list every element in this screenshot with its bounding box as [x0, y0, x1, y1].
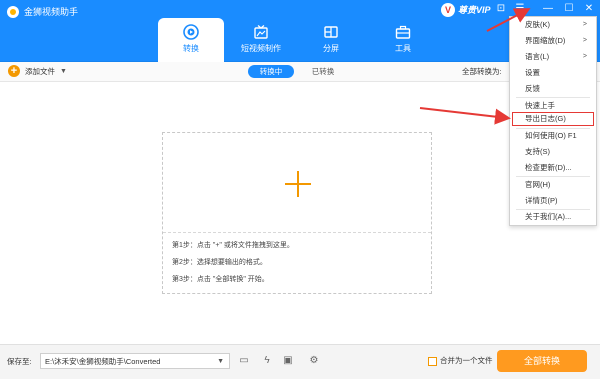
- menu-item-quick-start[interactable]: 快速上手: [525, 101, 555, 111]
- convert-all-button[interactable]: 全部转换: [497, 350, 587, 372]
- merge-label: 合并为一个文件: [440, 356, 493, 365]
- tab-label: 短视频制作: [241, 44, 281, 53]
- footer-bar: 保存至: E:\沐禾安\金狮视频助手\Converted ▼ ▭ ϟ ▣ ⚙ 合…: [0, 344, 600, 379]
- menu-item-how-to-use[interactable]: 如何使用(O) F1: [525, 131, 577, 141]
- short-video-icon: [254, 25, 268, 39]
- merge-checkbox[interactable]: [428, 357, 437, 366]
- menu-item-language[interactable]: 语言(L): [525, 52, 549, 62]
- menu-item-settings[interactable]: 设置: [525, 68, 540, 78]
- vip-badge-icon: V: [441, 3, 455, 17]
- menu-separator: [516, 128, 590, 129]
- feedback-icon[interactable]: ⊡: [493, 1, 509, 17]
- step-text: 第2步：选择想要输出的格式。: [172, 259, 267, 266]
- file-drop-zone[interactable]: 第1步：点击 "+" 或将文件拖拽到这里。 第2步：选择想要输出的格式。 第3步…: [162, 132, 432, 294]
- step-text: 第3步：点击 "全部转换" 开始。: [172, 276, 269, 283]
- tab-label: 转换: [183, 44, 199, 53]
- drop-zone-divider: [163, 232, 431, 233]
- submenu-arrow-icon: >: [582, 37, 587, 44]
- tab-tools[interactable]: 工具: [370, 18, 436, 62]
- open-folder-icon[interactable]: ▭: [236, 353, 252, 369]
- settings-icon[interactable]: ⚙: [306, 353, 322, 369]
- menu-separator: [516, 209, 590, 210]
- split-screen-icon: [324, 26, 338, 38]
- tab-label: 工具: [395, 44, 411, 53]
- menu-separator: [516, 97, 590, 98]
- menu-item-about[interactable]: 关于我们(A)...: [525, 212, 571, 222]
- tab-label: 分屏: [323, 44, 339, 53]
- maximize-icon[interactable]: ☐: [561, 1, 577, 17]
- main-menu-dropdown: 皮肤(K) > 界面缩放(D) > 语言(L) > 设置 反馈 快速上手 导出日…: [509, 16, 597, 226]
- output-path-value: E:\沐禾安\金狮视频助手\Converted: [45, 357, 161, 366]
- close-icon[interactable]: ✕: [581, 1, 597, 17]
- vip-label: 尊贵VIP: [458, 5, 491, 15]
- menu-separator: [516, 176, 590, 177]
- hardware-accel-off-icon[interactable]: ϟ: [259, 353, 275, 369]
- tab-split-screen[interactable]: 分屏: [298, 18, 364, 62]
- submenu-arrow-icon: >: [582, 53, 587, 60]
- app-logo-icon: [7, 6, 19, 18]
- play-circle-icon: [183, 24, 199, 40]
- convert-all-to-label: 全部转换为:: [462, 67, 502, 76]
- menu-item-check-update[interactable]: 检查更新(D)...: [525, 163, 572, 173]
- menu-item-export-log[interactable]: 导出日志(G): [525, 114, 566, 124]
- add-file-icon[interactable]: +: [8, 65, 20, 77]
- menu-item-website[interactable]: 官网(H): [525, 180, 550, 190]
- add-plus-icon-stroke[interactable]: [297, 171, 299, 197]
- output-path-select[interactable]: E:\沐禾安\金狮视频助手\Converted ▼: [40, 353, 230, 369]
- menu-icon[interactable]: ☰: [512, 1, 528, 17]
- tab-converting[interactable]: 转换中: [248, 65, 294, 78]
- chevron-down-icon[interactable]: ▼: [217, 357, 224, 367]
- submenu-arrow-icon: >: [582, 21, 587, 28]
- toolbox-icon: [395, 25, 411, 39]
- app-title: 金狮视频助手: [24, 7, 79, 17]
- menu-item-skin[interactable]: 皮肤(K): [525, 20, 550, 30]
- tab-short-video[interactable]: 短视频制作: [228, 18, 294, 62]
- menu-item-feedback[interactable]: 反馈: [525, 84, 540, 94]
- annotation-arrow-export-log: [419, 107, 511, 125]
- minimize-icon[interactable]: —: [540, 1, 556, 17]
- step-text: 第1步：点击 "+" 或将文件拖拽到这里。: [172, 242, 294, 249]
- add-file-button[interactable]: 添加文件: [25, 67, 55, 77]
- tab-converted[interactable]: 已转换: [300, 65, 346, 78]
- gpu-off-icon[interactable]: ▣: [280, 353, 296, 369]
- save-to-label: 保存至:: [7, 357, 32, 366]
- menu-item-details[interactable]: 详情页(P): [525, 196, 558, 206]
- tab-convert[interactable]: 转换: [158, 18, 224, 62]
- menu-item-support[interactable]: 支持(S): [525, 147, 550, 157]
- chevron-down-icon[interactable]: ▼: [60, 67, 67, 77]
- menu-item-ui-scale[interactable]: 界面缩放(D): [525, 36, 565, 46]
